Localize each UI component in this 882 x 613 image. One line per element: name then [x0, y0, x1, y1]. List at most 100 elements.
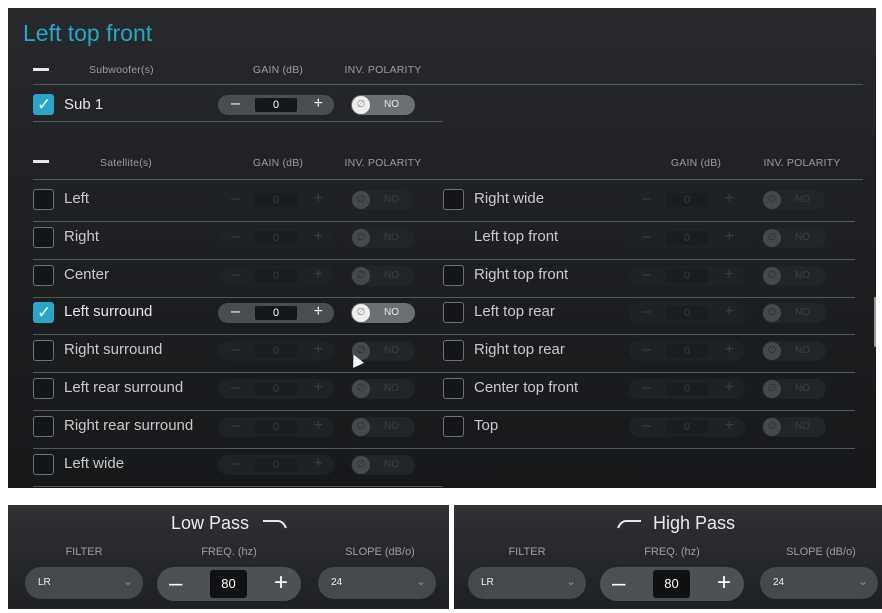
right-top-front-gain-decrease-button[interactable]: – — [642, 265, 651, 285]
right-rear-surround-gain-decrease-button[interactable]: – — [231, 416, 240, 436]
low-pass-filter-select[interactable]: LR ⌄ — [25, 567, 143, 599]
right-top-rear-gain-decrease-button[interactable]: – — [642, 340, 651, 360]
center-gain-decrease-button[interactable]: – — [231, 265, 240, 285]
right-top-front-checkbox[interactable] — [443, 264, 464, 286]
high-pass-slope-select[interactable]: 24 ⌄ — [760, 567, 878, 599]
right-wide-checkbox[interactable] — [443, 189, 464, 210]
left-top-front-gain-increase-button[interactable]: + — [725, 227, 734, 247]
right-rear-surround-gain-increase-button[interactable]: + — [314, 416, 323, 436]
low-pass-freq-value[interactable]: 80 — [210, 570, 247, 598]
left-surround-gain-value[interactable]: 0 — [255, 306, 297, 321]
left-checkbox[interactable] — [33, 189, 54, 210]
right-top-rear-gain-increase-button[interactable]: + — [725, 340, 734, 360]
left-surround-polarity-toggle[interactable]: ∅ NO — [351, 303, 415, 324]
left-rear-surround-checkbox[interactable] — [33, 378, 54, 399]
high-pass-filter-label: FILTER — [508, 546, 546, 558]
high-pass-freq-value[interactable]: 80 — [653, 570, 690, 598]
right-surround-gain-decrease-button[interactable]: – — [231, 340, 240, 360]
left-surround-gain-increase-button[interactable]: + — [314, 302, 323, 322]
top-gain-increase-button[interactable]: + — [725, 416, 734, 436]
top-checkbox[interactable] — [443, 415, 464, 437]
sub-1-gain-decrease-button[interactable]: – — [231, 94, 240, 114]
sub-1-gain-increase-button[interactable]: + — [314, 94, 323, 114]
left-top-rear-gain-increase-button[interactable]: + — [725, 302, 734, 322]
right-top-front-gain-value[interactable]: 0 — [666, 268, 708, 283]
right-rear-surround-polarity-toggle[interactable]: ∅ NO — [351, 416, 415, 437]
right-wide-gain-decrease-button[interactable]: – — [642, 189, 651, 209]
left-top-rear-gain-value[interactable]: 0 — [666, 306, 708, 321]
left-gain-decrease-button[interactable]: – — [231, 189, 240, 209]
left-top-front-gain-value[interactable]: 0 — [666, 230, 708, 245]
right-checkbox[interactable] — [33, 226, 54, 248]
right-gain-increase-button[interactable]: + — [314, 227, 323, 247]
right-top-rear-checkbox[interactable] — [443, 340, 464, 362]
high-pass-freq-decrease-button[interactable]: – — [612, 570, 625, 598]
divider — [33, 121, 443, 122]
left-top-front-gain-stepper: –0 + — [629, 227, 745, 248]
left-rear-surround-gain-increase-button[interactable]: + — [314, 378, 323, 398]
low-pass-freq-decrease-button[interactable]: – — [169, 570, 182, 598]
right-polarity-toggle[interactable]: ∅ NO — [351, 227, 415, 248]
right-surround-gain-increase-button[interactable]: + — [314, 340, 323, 360]
center-gain-value[interactable]: 0 — [255, 268, 297, 283]
center-polarity-toggle[interactable]: ∅ NO — [351, 265, 415, 286]
sub-1-polarity-toggle[interactable]: ∅ NO — [351, 95, 415, 115]
sub-1-gain-value[interactable]: 0 — [255, 98, 297, 112]
left-polarity-toggle[interactable]: ∅ NO — [351, 190, 415, 210]
left-rear-surround-gain-value[interactable]: 0 — [255, 382, 297, 396]
left-gain-stepper: – 0 + — [218, 190, 334, 210]
collapse-satellite-button[interactable] — [33, 160, 49, 163]
scrollbar[interactable] — [874, 297, 876, 347]
left-top-rear-polarity-toggle[interactable]: ∅ NO — [762, 303, 826, 324]
center-gain-increase-button[interactable]: + — [314, 265, 323, 285]
high-pass-freq-increase-button[interactable]: + — [717, 569, 731, 597]
left-top-rear-gain-decrease-button[interactable]: – — [642, 302, 651, 322]
right-label: Right — [64, 227, 100, 245]
right-wide-gain-increase-button[interactable]: + — [725, 189, 734, 209]
left-wide-polarity-toggle[interactable]: ∅ NO — [351, 454, 415, 475]
left-top-rear-checkbox[interactable] — [443, 302, 464, 324]
left-surround-checkbox[interactable] — [33, 302, 54, 324]
right-top-rear-gain-value[interactable]: 0 — [666, 344, 708, 359]
left-wide-gain-increase-button[interactable]: + — [314, 454, 323, 474]
left-gain-value[interactable]: 0 — [255, 193, 297, 207]
collapse-subwoofer-button[interactable] — [33, 68, 49, 71]
low-pass-slope-select[interactable]: 24 ⌄ — [318, 567, 436, 599]
right-wide-gain-value[interactable]: 0 — [666, 193, 708, 207]
top-gain-decrease-button[interactable]: – — [642, 416, 651, 436]
center-top-front-checkbox[interactable] — [443, 378, 464, 399]
right-top-front-polarity-toggle[interactable]: ∅ NO — [762, 265, 826, 286]
top-polarity-toggle[interactable]: ∅ NO — [762, 416, 826, 437]
top-gain-value[interactable]: 0 — [666, 419, 708, 434]
left-top-front-polarity-toggle[interactable]: ∅ NO — [762, 227, 826, 248]
left-wide-gain-value[interactable]: 0 — [255, 457, 297, 472]
right-rear-surround-gain-value[interactable]: 0 — [255, 419, 297, 434]
right-top-rear-polarity-toggle[interactable]: ∅ NO — [762, 341, 826, 362]
right-gain-decrease-button[interactable]: – — [231, 227, 240, 247]
center-top-front-gain-decrease-button[interactable]: – — [642, 378, 651, 398]
left-wide-checkbox[interactable] — [33, 453, 54, 475]
right-top-front-gain-increase-button[interactable]: + — [725, 265, 734, 285]
right-gain-value[interactable]: 0 — [255, 230, 297, 245]
low-pass-freq-increase-button[interactable]: + — [274, 569, 288, 597]
left-rear-surround-polarity-toggle[interactable]: ∅ NO — [351, 379, 415, 399]
right-surround-checkbox[interactable] — [33, 340, 54, 362]
sub-1-checkbox[interactable] — [33, 94, 54, 115]
center-top-front-polarity-toggle[interactable]: ∅ NO — [762, 379, 826, 399]
right-wide-polarity-toggle[interactable]: ∅ NO — [762, 190, 826, 210]
high-pass-filter-select[interactable]: LR ⌄ — [468, 567, 586, 599]
left-wide-gain-decrease-button[interactable]: – — [231, 454, 240, 474]
center-checkbox[interactable] — [33, 264, 54, 286]
polarity-knob-icon: ∅ — [763, 417, 781, 436]
left-rear-surround-gain-decrease-button[interactable]: – — [231, 378, 240, 398]
left-surround-gain-decrease-button[interactable]: – — [231, 302, 240, 322]
center-top-front-gain-increase-button[interactable]: + — [725, 378, 734, 398]
left-gain-increase-button[interactable]: + — [314, 189, 323, 209]
right-rear-surround-checkbox[interactable] — [33, 415, 54, 437]
center-top-front-gain-value[interactable]: 0 — [666, 382, 708, 396]
polarity-knob-icon: ∅ — [352, 455, 370, 474]
left-top-front-gain-decrease-button[interactable]: – — [642, 227, 651, 247]
right-surround-gain-value[interactable]: 0 — [255, 344, 297, 359]
right-surround-label: Right surround — [64, 341, 163, 359]
right-polarity-value: NO — [384, 231, 399, 243]
